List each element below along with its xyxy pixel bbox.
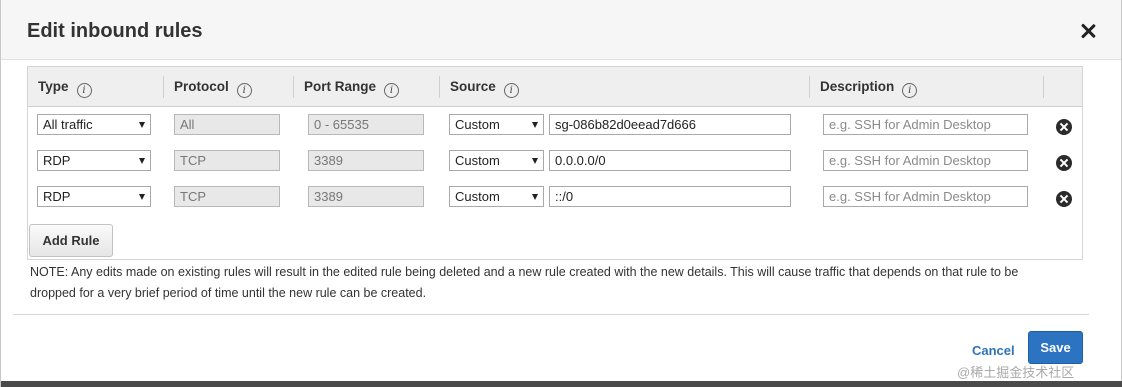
column-header-protocol: Protocol i <box>164 67 252 107</box>
edit-inbound-rules-dialog: Edit inbound rules Type i Protocol i Port … <box>0 0 1122 387</box>
save-button[interactable]: Save <box>1028 331 1083 364</box>
table-header: Type i Protocol i Port Range i Source i Desc… <box>28 67 1082 107</box>
column-divider <box>1043 76 1044 98</box>
column-label-description: Description <box>820 79 895 94</box>
protocol-field: TCP <box>174 186 280 207</box>
port-range-field: 3389 <box>308 186 424 207</box>
column-label-source: Source <box>450 79 496 94</box>
caret-down-icon <box>532 158 538 164</box>
column-label-protocol: Protocol <box>174 79 229 94</box>
source-type-select-value: Custom <box>455 117 500 132</box>
column-label-type: Type <box>38 79 69 94</box>
dialog-header: Edit inbound rules <box>1 0 1121 60</box>
source-type-select-value: Custom <box>455 153 500 168</box>
description-input[interactable]: e.g. SSH for Admin Desktop <box>823 186 1028 207</box>
rule-row: RDP TCP 3389 Custom 0.0.0.0/0 e.g. SSH f… <box>28 145 1082 181</box>
source-type-select-value: Custom <box>455 189 500 204</box>
source-input[interactable]: sg-086b82d0eead7d666 <box>549 114 791 135</box>
column-header-type: Type i <box>28 67 92 107</box>
watermark: @稀土掘金技术社区 <box>957 365 1075 380</box>
edit-rules-note: NOTE: Any edits made on existing rules w… <box>30 265 1019 300</box>
source-type-select[interactable]: Custom <box>449 150 544 171</box>
type-select[interactable]: RDP <box>37 150 151 171</box>
type-select[interactable]: All traffic <box>37 114 151 135</box>
protocol-field: TCP <box>174 150 280 171</box>
caret-down-icon <box>532 194 538 200</box>
caret-down-icon <box>139 158 145 164</box>
info-icon[interactable]: i <box>76 83 92 98</box>
delete-rule-icon[interactable] <box>1056 119 1072 135</box>
source-input[interactable]: ::/0 <box>549 186 791 207</box>
source-type-select[interactable]: Custom <box>449 186 544 207</box>
port-range-field: 0 - 65535 <box>308 114 424 135</box>
info-icon[interactable]: i <box>384 83 400 98</box>
description-input[interactable]: e.g. SSH for Admin Desktop <box>823 150 1028 171</box>
column-label-port-range: Port Range <box>304 79 377 94</box>
cancel-button[interactable]: Cancel <box>972 343 1015 358</box>
close-icon[interactable] <box>1077 20 1099 42</box>
description-input[interactable]: e.g. SSH for Admin Desktop <box>823 114 1028 135</box>
type-select-value: RDP <box>43 153 71 168</box>
caret-down-icon <box>139 122 145 128</box>
column-header-source: Source i <box>440 67 519 107</box>
protocol-field: All <box>174 114 280 135</box>
column-header-description: Description i <box>810 67 918 107</box>
rule-row: All traffic All 0 - 65535 Custom sg-086b… <box>28 109 1082 145</box>
caret-down-icon <box>139 194 145 200</box>
info-icon[interactable]: i <box>503 83 519 98</box>
rule-row: RDP TCP 3389 Custom ::/0 e.g. SSH for Ad… <box>28 181 1082 217</box>
caret-down-icon <box>532 122 538 128</box>
column-header-port-range: Port Range i <box>294 67 400 107</box>
type-select-value: All traffic <box>43 117 93 132</box>
type-select[interactable]: RDP <box>37 186 151 207</box>
delete-rule-icon[interactable] <box>1056 155 1072 171</box>
dialog-title: Edit inbound rules <box>27 20 203 42</box>
add-rule-button[interactable]: Add Rule <box>29 224 113 257</box>
port-range-field: 3389 <box>308 150 424 171</box>
source-type-select[interactable]: Custom <box>449 114 544 135</box>
delete-rule-icon[interactable] <box>1056 191 1072 207</box>
type-select-value: RDP <box>43 189 71 204</box>
source-input[interactable]: 0.0.0.0/0 <box>549 150 791 171</box>
rules-table: Type i Protocol i Port Range i Source i Desc… <box>27 66 1083 260</box>
info-icon[interactable]: i <box>902 83 918 98</box>
footer-divider <box>13 314 1089 315</box>
info-icon[interactable]: i <box>236 83 252 98</box>
window-bottom-border <box>1 381 1122 387</box>
